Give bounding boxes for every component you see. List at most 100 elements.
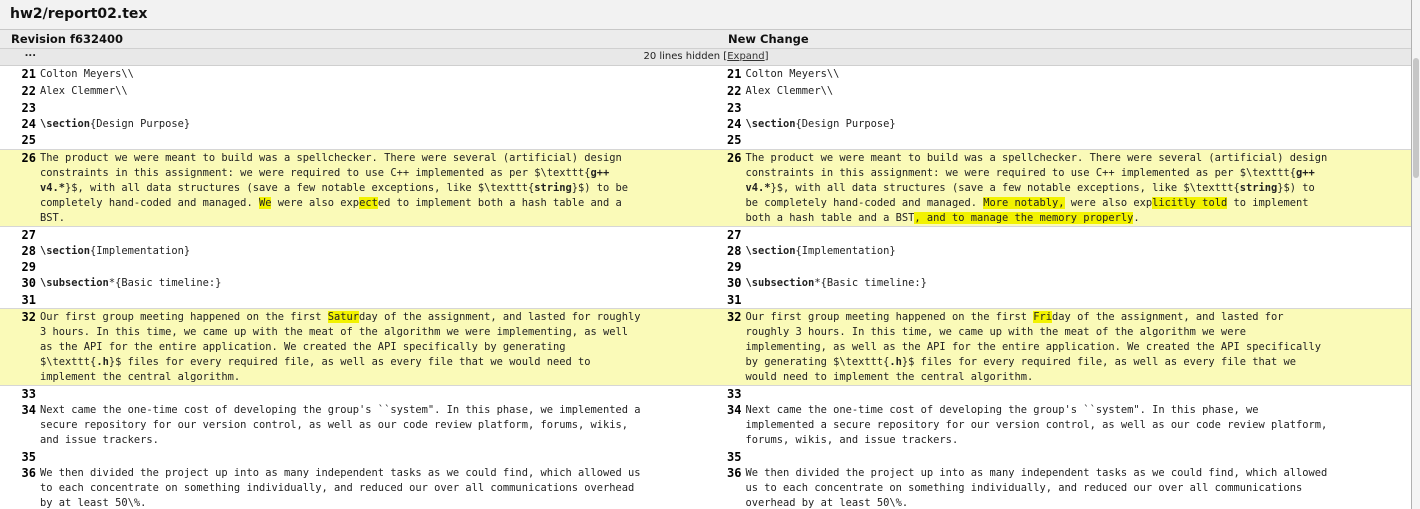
right-line-code — [742, 227, 1412, 243]
latex-command: .h — [96, 356, 109, 368]
diff-highlight: Fri — [1033, 311, 1053, 323]
right-line: 33 — [706, 386, 1412, 402]
right-line: 32 Our first group meeting happened on th… — [706, 309, 1412, 385]
left-line-number[interactable]: 21 — [0, 66, 36, 83]
left-line-number[interactable]: 22 — [0, 83, 36, 100]
right-line-number[interactable]: 29 — [706, 259, 741, 275]
latex-command: string — [1239, 182, 1278, 194]
right-line-code: The product we were meant to build was a… — [745, 152, 1328, 224]
right-line-number[interactable]: 24 — [706, 116, 741, 132]
diff-row: 31 31 — [0, 292, 1411, 308]
diff-row: 33 33 — [0, 386, 1411, 402]
left-line-code: \section{Design Purpose} — [40, 118, 191, 130]
left-line: 27 — [0, 227, 706, 243]
right-line-code — [742, 292, 1412, 308]
left-line-code: Our first group meeting happened on the … — [40, 311, 641, 383]
diff-row: 21 Colton Meyers\\ 21 Colton Meyers\\ — [0, 66, 1411, 83]
diff-highlight: ect — [359, 197, 378, 209]
diff-view: hw2/report02.tex Revision f632400 New Ch… — [0, 0, 1412, 509]
left-line-number[interactable]: 29 — [0, 259, 36, 275]
left-line: 30 \subsection*{Basic timeline:} — [0, 275, 706, 292]
right-line-number[interactable]: 22 — [706, 83, 741, 100]
left-line-code — [36, 227, 706, 243]
hidden-lines-message: 20 lines hidden [Expand] — [0, 49, 1411, 65]
right-line: 21 Colton Meyers\\ — [706, 66, 1412, 83]
left-line-code: The product we were meant to build was a… — [40, 152, 629, 224]
latex-command: g++ v4.* — [40, 167, 610, 194]
left-line-number[interactable]: 26 — [0, 150, 36, 226]
left-line-number[interactable]: 32 — [0, 309, 36, 385]
left-line-number[interactable]: 31 — [0, 292, 36, 308]
right-line-code: Alex Clemmer\\ — [745, 85, 834, 97]
diff-row: 24 \section{Design Purpose} 24 \section{Des… — [0, 116, 1411, 132]
left-line-code — [36, 132, 706, 149]
right-line-number[interactable]: 25 — [706, 132, 741, 149]
left-line-number[interactable]: 36 — [0, 465, 36, 509]
right-line-number[interactable]: 31 — [706, 292, 741, 308]
right-line-number[interactable]: 35 — [706, 449, 741, 465]
left-line: 32 Our first group meeting happened on th… — [0, 309, 706, 385]
right-line: 25 — [706, 132, 1412, 149]
left-line-number[interactable]: 25 — [0, 132, 36, 149]
left-line-number[interactable]: 35 — [0, 449, 36, 465]
scrollbar-thumb[interactable] — [1413, 58, 1419, 178]
right-line: 30 \subsection*{Basic timeline:} — [706, 275, 1412, 292]
diff-row: 29 29 — [0, 259, 1411, 275]
right-line-number[interactable]: 30 — [706, 275, 741, 292]
revision-header: Revision f632400 New Change — [0, 30, 1411, 49]
right-line-code: Colton Meyers\\ — [745, 68, 840, 80]
left-line: 23 — [0, 100, 706, 116]
diff-highlight: , and to manage the memory properly — [914, 212, 1134, 224]
right-line: 26 The product we were meant to build was… — [706, 150, 1412, 226]
right-line-number[interactable]: 21 — [706, 66, 741, 83]
left-line-code — [36, 292, 706, 308]
right-line-code: Next came the one-time cost of developin… — [745, 404, 1328, 446]
right-line-number[interactable]: 34 — [706, 402, 741, 449]
left-line: 21 Colton Meyers\\ — [0, 66, 706, 83]
right-line-number[interactable]: 26 — [706, 150, 741, 226]
diff-row: 35 35 — [0, 449, 1411, 465]
left-line-number[interactable]: 27 — [0, 227, 36, 243]
right-line-code — [742, 449, 1412, 465]
left-line: 24 \section{Design Purpose} — [0, 116, 706, 132]
left-line: 35 — [0, 449, 706, 465]
left-line-code: \section{Implementation} — [40, 245, 191, 257]
latex-command: \section — [40, 118, 91, 130]
latex-command: \section — [745, 118, 796, 130]
right-line-number[interactable]: 23 — [706, 100, 741, 116]
right-line-code: \subsection*{Basic timeline:} — [745, 277, 927, 289]
diff-highlight: licitly told — [1152, 197, 1228, 209]
right-line: 29 — [706, 259, 1412, 275]
left-line-code: \subsection*{Basic timeline:} — [40, 277, 222, 289]
file-title: hw2/report02.tex — [0, 0, 1411, 30]
left-line-code: Colton Meyers\\ — [40, 68, 134, 80]
right-line-number[interactable]: 28 — [706, 243, 741, 259]
right-line-code — [742, 386, 1412, 402]
left-line-number[interactable]: 28 — [0, 243, 36, 259]
left-line-number[interactable]: 33 — [0, 386, 36, 402]
diff-highlight: More notably, — [983, 197, 1065, 209]
latex-command: .h — [889, 356, 902, 368]
left-line: 34 Next came the one-time cost of develop… — [0, 402, 706, 449]
hidden-lines-text: 20 lines hidden [ — [643, 51, 728, 62]
right-line-number[interactable]: 27 — [706, 227, 741, 243]
left-line-code: We then divided the project up into as m… — [40, 467, 641, 509]
scrollbar[interactable] — [1412, 0, 1420, 509]
diff-row: 22 Alex Clemmer\\ 22 Alex Clemmer\\ — [0, 83, 1411, 100]
right-line-number[interactable]: 33 — [706, 386, 741, 402]
right-line-number[interactable]: 32 — [706, 309, 741, 385]
left-line-code: Next came the one-time cost of developin… — [40, 404, 641, 446]
diff-highlight: We — [258, 197, 272, 209]
expand-link[interactable]: Expand — [727, 51, 764, 62]
right-revision-label: New Change — [728, 32, 809, 46]
left-line-number[interactable]: 24 — [0, 116, 36, 132]
latex-command: \section — [40, 245, 91, 257]
left-line-number[interactable]: 34 — [0, 402, 36, 449]
left-line-number[interactable]: 30 — [0, 275, 36, 292]
diff-highlight: Satur — [327, 311, 360, 323]
hidden-lines-row: ... 20 lines hidden [Expand] — [0, 48, 1411, 66]
right-line-code: \section{Design Purpose} — [745, 118, 896, 130]
left-line-number[interactable]: 23 — [0, 100, 36, 116]
right-line-number[interactable]: 36 — [706, 465, 741, 509]
right-line-code — [742, 100, 1412, 116]
